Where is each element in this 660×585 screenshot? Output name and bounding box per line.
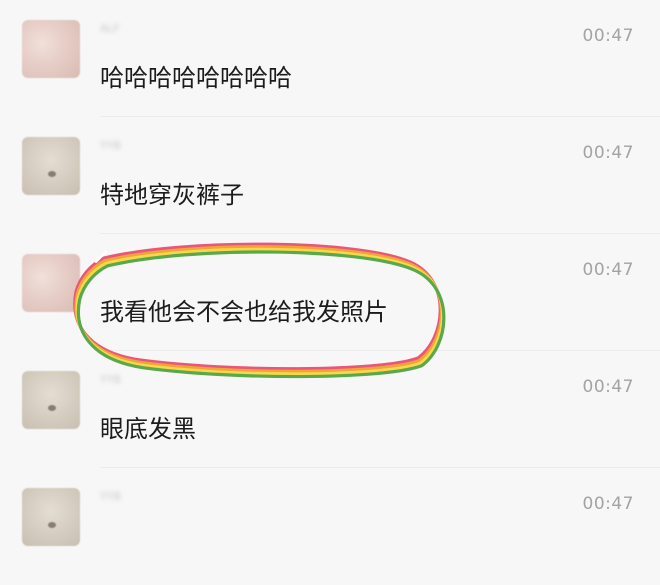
avatar[interactable] <box>22 371 80 429</box>
message-text: 哈哈哈哈哈哈哈哈 <box>100 64 292 92</box>
message-time: 00:47 <box>582 143 634 163</box>
message-time: 00:47 <box>582 260 634 280</box>
message-item[interactable]: YYB 00:47 <box>0 468 660 585</box>
sender-name-blurred: ALF <box>100 256 120 269</box>
message-time: 00:47 <box>582 494 634 514</box>
message-item[interactable]: YYB 00:47 眼底发黑 <box>0 351 660 468</box>
message-text: 眼底发黑 <box>100 415 196 443</box>
sender-name-blurred: YYB <box>100 490 121 503</box>
sender-name-blurred: YYB <box>100 139 121 152</box>
avatar[interactable] <box>22 137 80 195</box>
message-text: 我看他会不会也给我发照片 <box>100 298 388 326</box>
message-item[interactable]: ALF 00:47 哈哈哈哈哈哈哈哈 <box>0 0 660 117</box>
message-time: 00:47 <box>582 26 634 46</box>
avatar[interactable] <box>22 20 80 78</box>
avatar[interactable] <box>22 254 80 312</box>
message-item-highlighted[interactable]: ALF 00:47 我看他会不会也给我发照片 <box>0 234 660 351</box>
chat-message-list: ALF 00:47 哈哈哈哈哈哈哈哈 YYB 00:47 特地穿灰裤子 ALF … <box>0 0 660 546</box>
message-text: 特地穿灰裤子 <box>100 181 244 209</box>
avatar[interactable] <box>22 488 80 546</box>
sender-name-blurred: YYB <box>100 373 121 386</box>
message-item[interactable]: YYB 00:47 特地穿灰裤子 <box>0 117 660 234</box>
sender-name-blurred: ALF <box>100 22 120 35</box>
message-time: 00:47 <box>582 377 634 397</box>
